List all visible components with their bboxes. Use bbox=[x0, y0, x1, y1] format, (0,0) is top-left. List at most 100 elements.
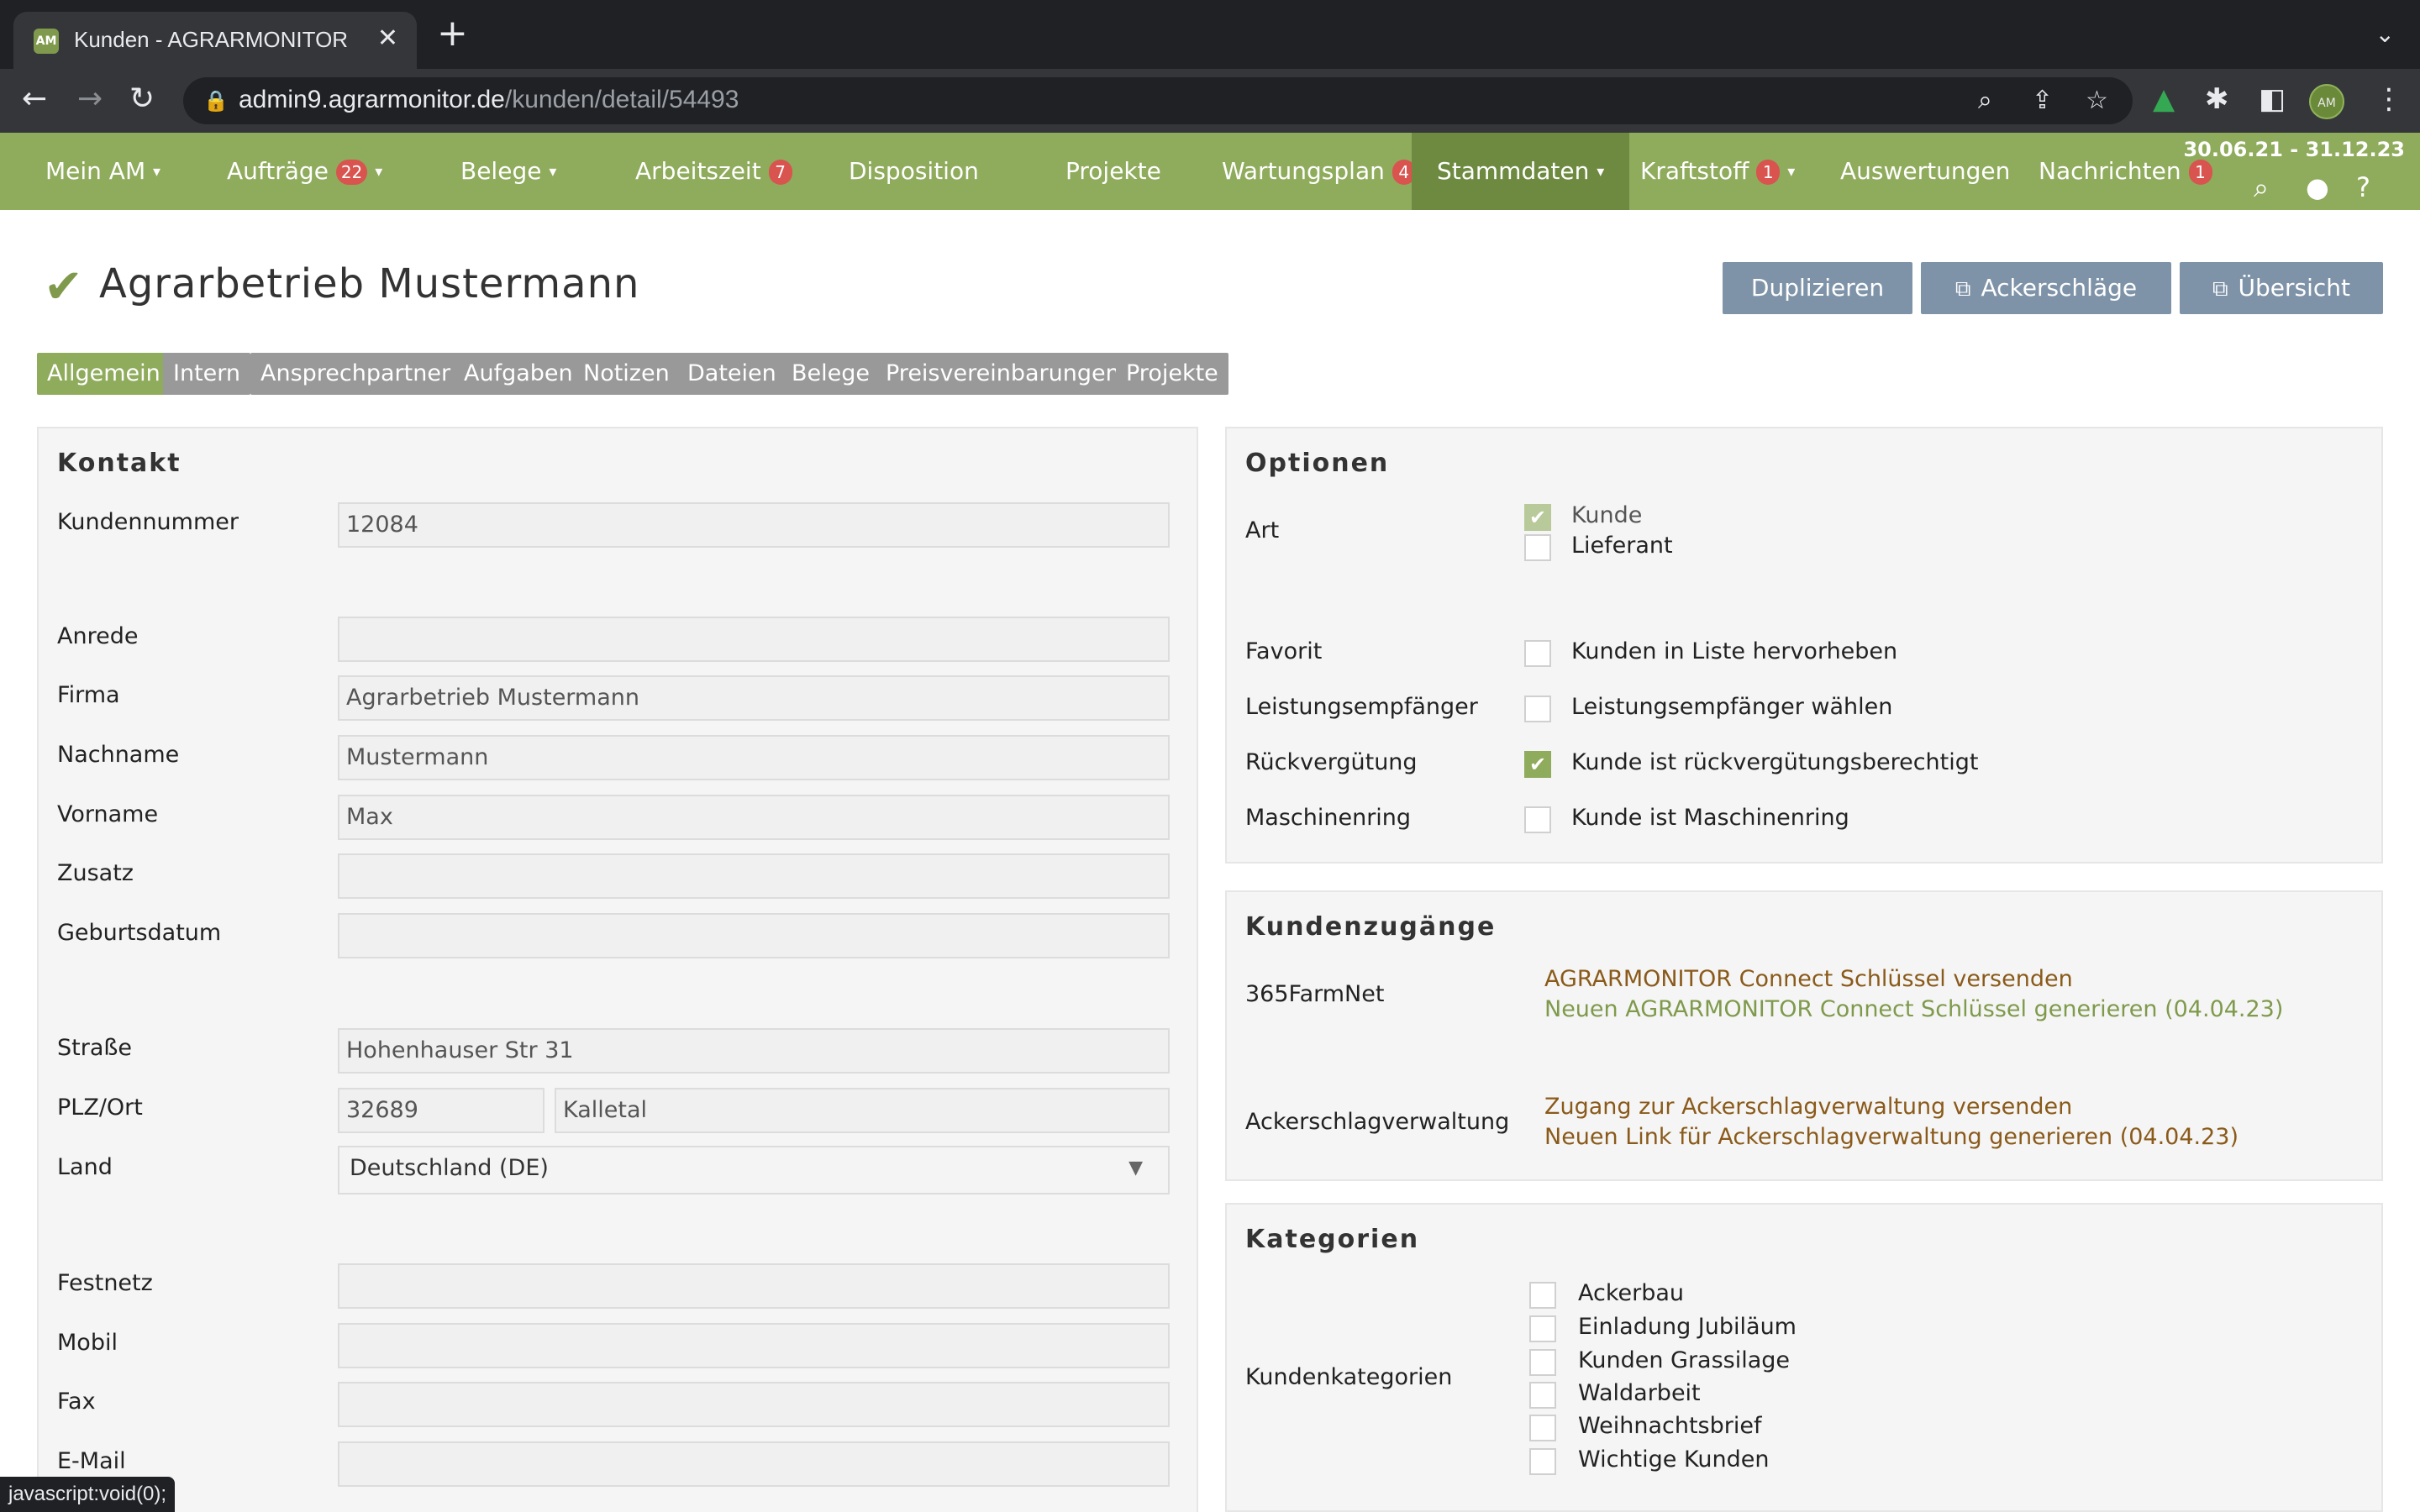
nav-kraftstoff[interactable]: Kraftstoff 1 ▾ bbox=[1640, 133, 1795, 210]
land-select[interactable]: Deutschland (DE) ▼ bbox=[338, 1146, 1170, 1194]
period-range[interactable]: 30.06.21 - 31.12.23 bbox=[2183, 138, 2405, 161]
acker-send-link[interactable]: Zugang zur Ackerschlagverwaltung versend… bbox=[1544, 1094, 2072, 1120]
label-kundenkategorien: Kundenkategorien bbox=[1245, 1364, 1453, 1390]
duplicate-button[interactable]: Duplizieren bbox=[1723, 262, 1912, 314]
vorname-field[interactable]: Max bbox=[338, 795, 1170, 840]
acker-new-link[interactable]: Neuen Link für Ackerschlagverwaltung gen… bbox=[1544, 1124, 2238, 1150]
farmnet-new-link[interactable]: Neuen AGRARMONITOR Connect Schlüssel gen… bbox=[1544, 996, 2283, 1022]
nav-stammdaten[interactable]: Stammdaten ▾ bbox=[1412, 133, 1630, 210]
ort-field[interactable]: Kalletal bbox=[555, 1088, 1170, 1133]
user-icon[interactable]: ● bbox=[2306, 171, 2329, 203]
nav-projekte[interactable]: Projekte bbox=[1065, 133, 1161, 210]
lieferant-checkbox[interactable] bbox=[1524, 534, 1551, 561]
favorit-text: Kunden in Liste hervorheben bbox=[1571, 638, 1898, 664]
plz-field[interactable]: 32689 bbox=[338, 1088, 544, 1133]
extensions-icon[interactable]: ✱ bbox=[2205, 82, 2229, 116]
sidepanel-icon[interactable]: ◧ bbox=[2259, 82, 2286, 116]
tab-intern[interactable]: Intern bbox=[163, 353, 251, 395]
leistung-text: Leistungsempfänger wählen bbox=[1571, 694, 1893, 720]
kunde-checkbox[interactable]: ✔ bbox=[1524, 504, 1551, 531]
tab-projekte[interactable]: Projekte bbox=[1116, 353, 1228, 395]
tab-preisvereinbarungen[interactable]: Preisvereinbarungen bbox=[876, 353, 1130, 395]
star-icon[interactable]: ☆ bbox=[2086, 86, 2108, 115]
tab-notizen[interactable]: Notizen bbox=[573, 353, 680, 395]
nav-wartungsplan[interactable]: Wartungsplan 4 bbox=[1222, 133, 1416, 210]
label-fax: Fax bbox=[57, 1389, 96, 1415]
label-maschinenring: Maschinenring bbox=[1245, 805, 1412, 831]
nav-mein-am[interactable]: Mein AM ▾ bbox=[45, 133, 160, 210]
nav-disposition[interactable]: Disposition bbox=[849, 133, 979, 210]
count-badge: 7 bbox=[768, 160, 792, 185]
back-icon[interactable]: ← bbox=[22, 82, 47, 116]
kategorie-checkbox[interactable] bbox=[1529, 1349, 1556, 1376]
strasse-field[interactable]: Hohenhauser Str 31 bbox=[338, 1028, 1170, 1074]
chevron-down-icon[interactable]: ⌄ bbox=[2375, 20, 2395, 48]
kategorie-checkbox[interactable] bbox=[1529, 1415, 1556, 1441]
panel-title: Optionen bbox=[1245, 449, 1390, 478]
browser-toolbar: ← → ↻ 🔒 admin9.agrarmonitor.de/kunden/de… bbox=[0, 69, 2420, 133]
nav-auftraege[interactable]: Aufträge 22 ▾ bbox=[227, 133, 382, 210]
tab-dateien[interactable]: Dateien bbox=[677, 353, 786, 395]
label-favorit: Favorit bbox=[1245, 638, 1323, 664]
tab-allgemein[interactable]: Allgemein bbox=[37, 353, 171, 395]
label-nachname: Nachname bbox=[57, 742, 180, 768]
search-icon[interactable]: ⌕ bbox=[2254, 171, 2269, 204]
help-icon[interactable]: ? bbox=[2356, 171, 2370, 203]
label-acker: Ackerschlagverwaltung bbox=[1245, 1109, 1510, 1135]
panel-title: Kundenzugänge bbox=[1245, 912, 1497, 942]
kategorie-label: Ackerbau bbox=[1578, 1280, 1685, 1306]
count-badge: 22 bbox=[335, 160, 368, 185]
kategorie-checkbox[interactable] bbox=[1529, 1315, 1556, 1342]
favorit-checkbox[interactable] bbox=[1524, 640, 1551, 667]
zoom-icon[interactable]: ⌕ bbox=[1978, 86, 1992, 115]
label-anrede: Anrede bbox=[57, 623, 139, 649]
reload-icon[interactable]: ↻ bbox=[129, 82, 155, 116]
forward-icon[interactable]: → bbox=[77, 82, 103, 116]
share-icon[interactable]: ⇪ bbox=[2032, 86, 2053, 115]
mobil-field[interactable] bbox=[338, 1323, 1170, 1368]
panel-title: Kategorien bbox=[1245, 1225, 1420, 1254]
geburtsdatum-field[interactable] bbox=[338, 913, 1170, 958]
tab-ansprechpartner[interactable]: Ansprechpartner bbox=[250, 353, 461, 395]
kategorie-checkbox[interactable] bbox=[1529, 1282, 1556, 1309]
avatar[interactable]: AM bbox=[2309, 84, 2344, 119]
new-tab-icon[interactable]: + bbox=[437, 15, 468, 52]
fields-button[interactable]: ⧉ Ackerschläge bbox=[1921, 262, 2171, 314]
tab-belege[interactable]: Belege bbox=[781, 353, 880, 395]
kundennummer-field[interactable]: 12084 bbox=[338, 502, 1170, 548]
nachname-field[interactable]: Mustermann bbox=[338, 735, 1170, 780]
farmnet-send-link[interactable]: AGRARMONITOR Connect Schlüssel versenden bbox=[1544, 966, 2073, 992]
address-bar[interactable]: 🔒 admin9.agrarmonitor.de/kunden/detail/5… bbox=[183, 77, 2133, 124]
rueck-text: Kunde ist rückvergütungsberechtigt bbox=[1571, 749, 1979, 775]
firma-field[interactable]: Agrarbetrieb Mustermann bbox=[338, 675, 1170, 721]
url-text[interactable]: admin9.agrarmonitor.de/kunden/detail/544… bbox=[239, 86, 739, 114]
email-field[interactable] bbox=[338, 1441, 1170, 1487]
fax-field[interactable] bbox=[338, 1382, 1170, 1427]
anrede-field[interactable] bbox=[338, 617, 1170, 662]
optionen-panel: Optionen Art ✔ Kunde Lieferant Favorit K… bbox=[1225, 427, 2383, 864]
kategorie-checkbox[interactable] bbox=[1529, 1382, 1556, 1409]
kategorie-checkbox[interactable] bbox=[1529, 1448, 1556, 1475]
count-badge: 1 bbox=[2188, 160, 2212, 185]
label-land: Land bbox=[57, 1154, 113, 1180]
external-link-icon: ⧉ bbox=[1954, 276, 1971, 302]
browser-tab[interactable]: AM Kunden - AGRARMONITOR ✕ bbox=[13, 12, 417, 69]
nav-arbeitszeit[interactable]: Arbeitszeit 7 bbox=[635, 133, 792, 210]
external-link-icon: ⧉ bbox=[2212, 276, 2228, 302]
menu-icon[interactable]: ⋮ bbox=[2375, 82, 2403, 116]
overview-button[interactable]: ⧉ Übersicht bbox=[2180, 262, 2383, 314]
close-icon[interactable]: ✕ bbox=[377, 24, 398, 53]
zusatz-field[interactable] bbox=[338, 853, 1170, 899]
tab-aufgaben[interactable]: Aufgaben bbox=[454, 353, 583, 395]
rueck-checkbox[interactable]: ✔ bbox=[1524, 751, 1551, 778]
tab-title: Kunden - AGRARMONITOR bbox=[74, 27, 349, 52]
leistung-checkbox[interactable] bbox=[1524, 696, 1551, 722]
label-zusatz: Zusatz bbox=[57, 860, 134, 886]
app-navbar: Mein AM ▾ Aufträge 22 ▾ Belege ▾ Arbeits… bbox=[0, 133, 2420, 210]
nav-belege[interactable]: Belege ▾ bbox=[460, 133, 556, 210]
maschinenring-checkbox[interactable] bbox=[1524, 806, 1551, 833]
nav-auswertungen[interactable]: Auswertungen bbox=[1840, 133, 2010, 210]
drive-icon[interactable]: ▲ bbox=[2153, 82, 2175, 116]
label-leistung: Leistungsempfänger bbox=[1245, 694, 1478, 720]
festnetz-field[interactable] bbox=[338, 1263, 1170, 1309]
